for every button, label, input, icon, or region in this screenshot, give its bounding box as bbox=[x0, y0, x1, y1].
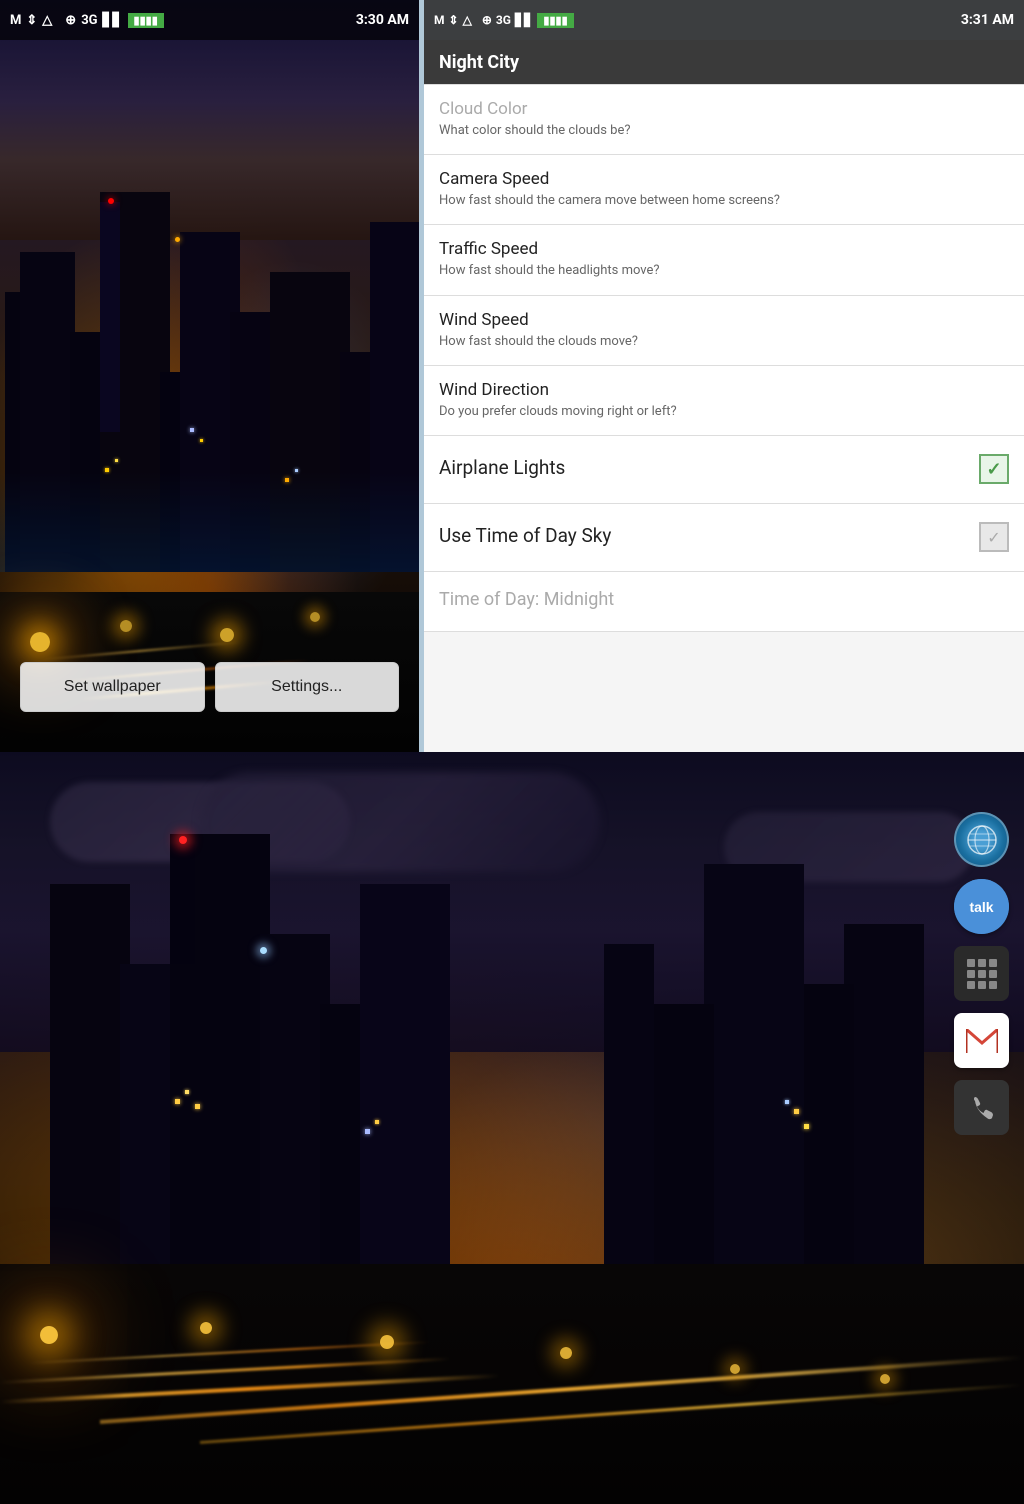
right-status-m-icon: M bbox=[434, 13, 445, 27]
setting-item-wind-speed[interactable]: Wind Speed How fast should the clouds mo… bbox=[424, 296, 1024, 366]
road-surface bbox=[0, 1264, 1024, 1504]
left-phone-panel: M ⇕ △ ⊕ 3G ▋▋ ▮▮▮▮ 3:30 AM bbox=[0, 0, 419, 752]
left-status-battery-icon: ▮▮▮▮ bbox=[128, 13, 164, 28]
setting-title-cloud-color: Cloud Color bbox=[439, 99, 1009, 119]
setting-subtitle-wind-direction: Do you prefer clouds moving right or lef… bbox=[439, 403, 1009, 421]
setting-item-airplane-lights[interactable]: Airplane Lights ✓ bbox=[424, 436, 1024, 504]
setting-title-camera-speed: Camera Speed bbox=[439, 169, 1009, 189]
settings-list[interactable]: Cloud Color What color should the clouds… bbox=[424, 84, 1024, 752]
app-title-bar: Night City bbox=[424, 40, 1024, 84]
street-lamp-3 bbox=[380, 1335, 394, 1349]
right-status-battery-icon: ▮▮▮▮ bbox=[537, 13, 573, 28]
check-mark-time-of-day: ✓ bbox=[987, 528, 1000, 547]
win-light-8 bbox=[804, 1124, 809, 1129]
setting-text-wind-direction: Wind Direction Do you prefer clouds movi… bbox=[439, 380, 1009, 421]
win-light-4 bbox=[365, 1129, 370, 1134]
phone-grid-icon[interactable] bbox=[954, 946, 1009, 1001]
bld-b-r3 bbox=[704, 864, 804, 1284]
left-status-gps-icon: ⊕ bbox=[65, 13, 76, 28]
left-status-time: 3:30 AM bbox=[356, 12, 409, 28]
setting-title-wind-direction: Wind Direction bbox=[439, 380, 1009, 400]
setting-subtitle-wind-speed: How fast should the clouds move? bbox=[439, 333, 1009, 351]
left-status-sync-icon: △ bbox=[42, 13, 52, 28]
setting-text-midnight: Time of Day: Midnight bbox=[439, 589, 1009, 613]
set-wallpaper-button[interactable]: Set wallpaper bbox=[20, 662, 205, 712]
right-status-icons: M ⇕ △ ⊕ 3G ▋▋ ▮▮▮▮ bbox=[434, 13, 574, 28]
street-lamp-5 bbox=[730, 1364, 740, 1374]
right-status-sync-icon: △ bbox=[463, 13, 472, 27]
setting-item-time-of-day-sky[interactable]: Use Time of Day Sky ✓ bbox=[424, 504, 1024, 572]
left-status-usb-icon: ⇕ bbox=[26, 13, 37, 28]
left-status-3g-icon: 3G bbox=[81, 13, 97, 28]
setting-item-camera-speed[interactable]: Camera Speed How fast should the camera … bbox=[424, 155, 1024, 225]
talk-app-icon[interactable]: talk bbox=[954, 879, 1009, 934]
win-light-5 bbox=[375, 1120, 379, 1124]
left-city-wallpaper bbox=[0, 0, 419, 752]
setting-subtitle-traffic-speed: How fast should the headlights move? bbox=[439, 262, 1009, 280]
setting-item-cloud-color[interactable]: Cloud Color What color should the clouds… bbox=[424, 84, 1024, 155]
globe-svg bbox=[963, 821, 1001, 859]
setting-title-traffic-speed: Traffic Speed bbox=[439, 239, 1009, 259]
phone2-app-icon[interactable] bbox=[954, 1080, 1009, 1135]
setting-item-time-of-day-midnight: Time of Day: Midnight bbox=[424, 572, 1024, 632]
bld-b-6 bbox=[360, 884, 450, 1284]
building-light-blue bbox=[260, 947, 267, 954]
street-lamp-2 bbox=[200, 1322, 212, 1334]
time-of-day-sky-checkbox[interactable]: ✓ bbox=[979, 522, 1009, 552]
bld-b-r5 bbox=[604, 944, 654, 1284]
win-light-3 bbox=[195, 1104, 200, 1109]
top-half: M ⇕ △ ⊕ 3G ▋▋ ▮▮▮▮ 3:30 AM bbox=[0, 0, 1024, 752]
street-lamp-4 bbox=[560, 1347, 572, 1359]
airplane-lights-checkbox[interactable]: ✓ bbox=[979, 454, 1009, 484]
bld-b-r1 bbox=[844, 924, 924, 1284]
right-status-signal-icon: ▋▋ bbox=[515, 13, 533, 27]
win-light-6 bbox=[794, 1109, 799, 1114]
street-lamp-6 bbox=[880, 1374, 890, 1384]
setting-text-wind-speed: Wind Speed How fast should the clouds mo… bbox=[439, 310, 1009, 351]
setting-text-time-of-day-sky: Use Time of Day Sky bbox=[439, 524, 979, 550]
right-phone-panel: M ⇕ △ ⊕ 3G ▋▋ ▮▮▮▮ 3:31 AM Night City Cl… bbox=[424, 0, 1024, 752]
setting-text-traffic-speed: Traffic Speed How fast should the headli… bbox=[439, 239, 1009, 280]
win-light-7 bbox=[785, 1100, 789, 1104]
setting-title-midnight: Time of Day: Midnight bbox=[439, 589, 1009, 610]
left-status-signal-icon: ▋▋ bbox=[103, 13, 123, 28]
left-status-bar: M ⇕ △ ⊕ 3G ▋▋ ▮▮▮▮ 3:30 AM bbox=[0, 0, 419, 40]
right-status-usb-icon: ⇕ bbox=[449, 13, 459, 27]
setting-item-traffic-speed[interactable]: Traffic Speed How fast should the headli… bbox=[424, 225, 1024, 295]
setting-title-wind-speed: Wind Speed bbox=[439, 310, 1009, 330]
street-lamp-1 bbox=[40, 1326, 58, 1344]
left-status-m-icon: M bbox=[10, 13, 21, 28]
right-status-bar: M ⇕ △ ⊕ 3G ▋▋ ▮▮▮▮ 3:31 AM bbox=[424, 0, 1024, 40]
gmail-app-icon[interactable] bbox=[954, 1013, 1009, 1068]
app-title: Night City bbox=[439, 52, 519, 73]
settings-button[interactable]: Settings... bbox=[215, 662, 400, 712]
setting-subtitle-camera-speed: How fast should the camera move between … bbox=[439, 192, 1009, 210]
bld-b-r4 bbox=[644, 1004, 714, 1284]
grid-dots bbox=[961, 953, 1003, 995]
setting-title-airplane-lights: Airplane Lights bbox=[439, 456, 979, 479]
bld-b-1 bbox=[50, 884, 130, 1284]
left-status-icons: M ⇕ △ ⊕ 3G ▋▋ ▮▮▮▮ bbox=[10, 13, 164, 28]
app-icons-container: talk bbox=[954, 812, 1009, 1135]
right-status-3g-icon: 3G bbox=[496, 13, 511, 27]
right-status-time: 3:31 AM bbox=[961, 12, 1014, 28]
win-light-1 bbox=[175, 1099, 180, 1104]
setting-text-airplane-lights: Airplane Lights bbox=[439, 456, 979, 482]
setting-text-camera-speed: Camera Speed How fast should the camera … bbox=[439, 169, 1009, 210]
phone2-svg bbox=[967, 1093, 997, 1123]
tower-top bbox=[170, 844, 195, 964]
setting-title-time-of-day-sky: Use Time of Day Sky bbox=[439, 524, 979, 547]
setting-item-wind-direction[interactable]: Wind Direction Do you prefer clouds movi… bbox=[424, 366, 1024, 436]
bottom-buttons: Set wallpaper Settings... bbox=[0, 662, 419, 712]
setting-text-cloud-color: Cloud Color What color should the clouds… bbox=[439, 99, 1009, 140]
talk-label: talk bbox=[969, 899, 993, 915]
gmail-svg bbox=[966, 1029, 998, 1053]
globe-app-icon[interactable] bbox=[954, 812, 1009, 867]
setting-subtitle-cloud-color: What color should the clouds be? bbox=[439, 122, 1009, 140]
bottom-wallpaper: talk bbox=[0, 752, 1024, 1504]
tower-light bbox=[179, 836, 187, 844]
right-status-gps-icon: ⊕ bbox=[482, 13, 492, 27]
check-mark-airplane: ✓ bbox=[986, 459, 1001, 480]
win-light-2 bbox=[185, 1090, 189, 1094]
